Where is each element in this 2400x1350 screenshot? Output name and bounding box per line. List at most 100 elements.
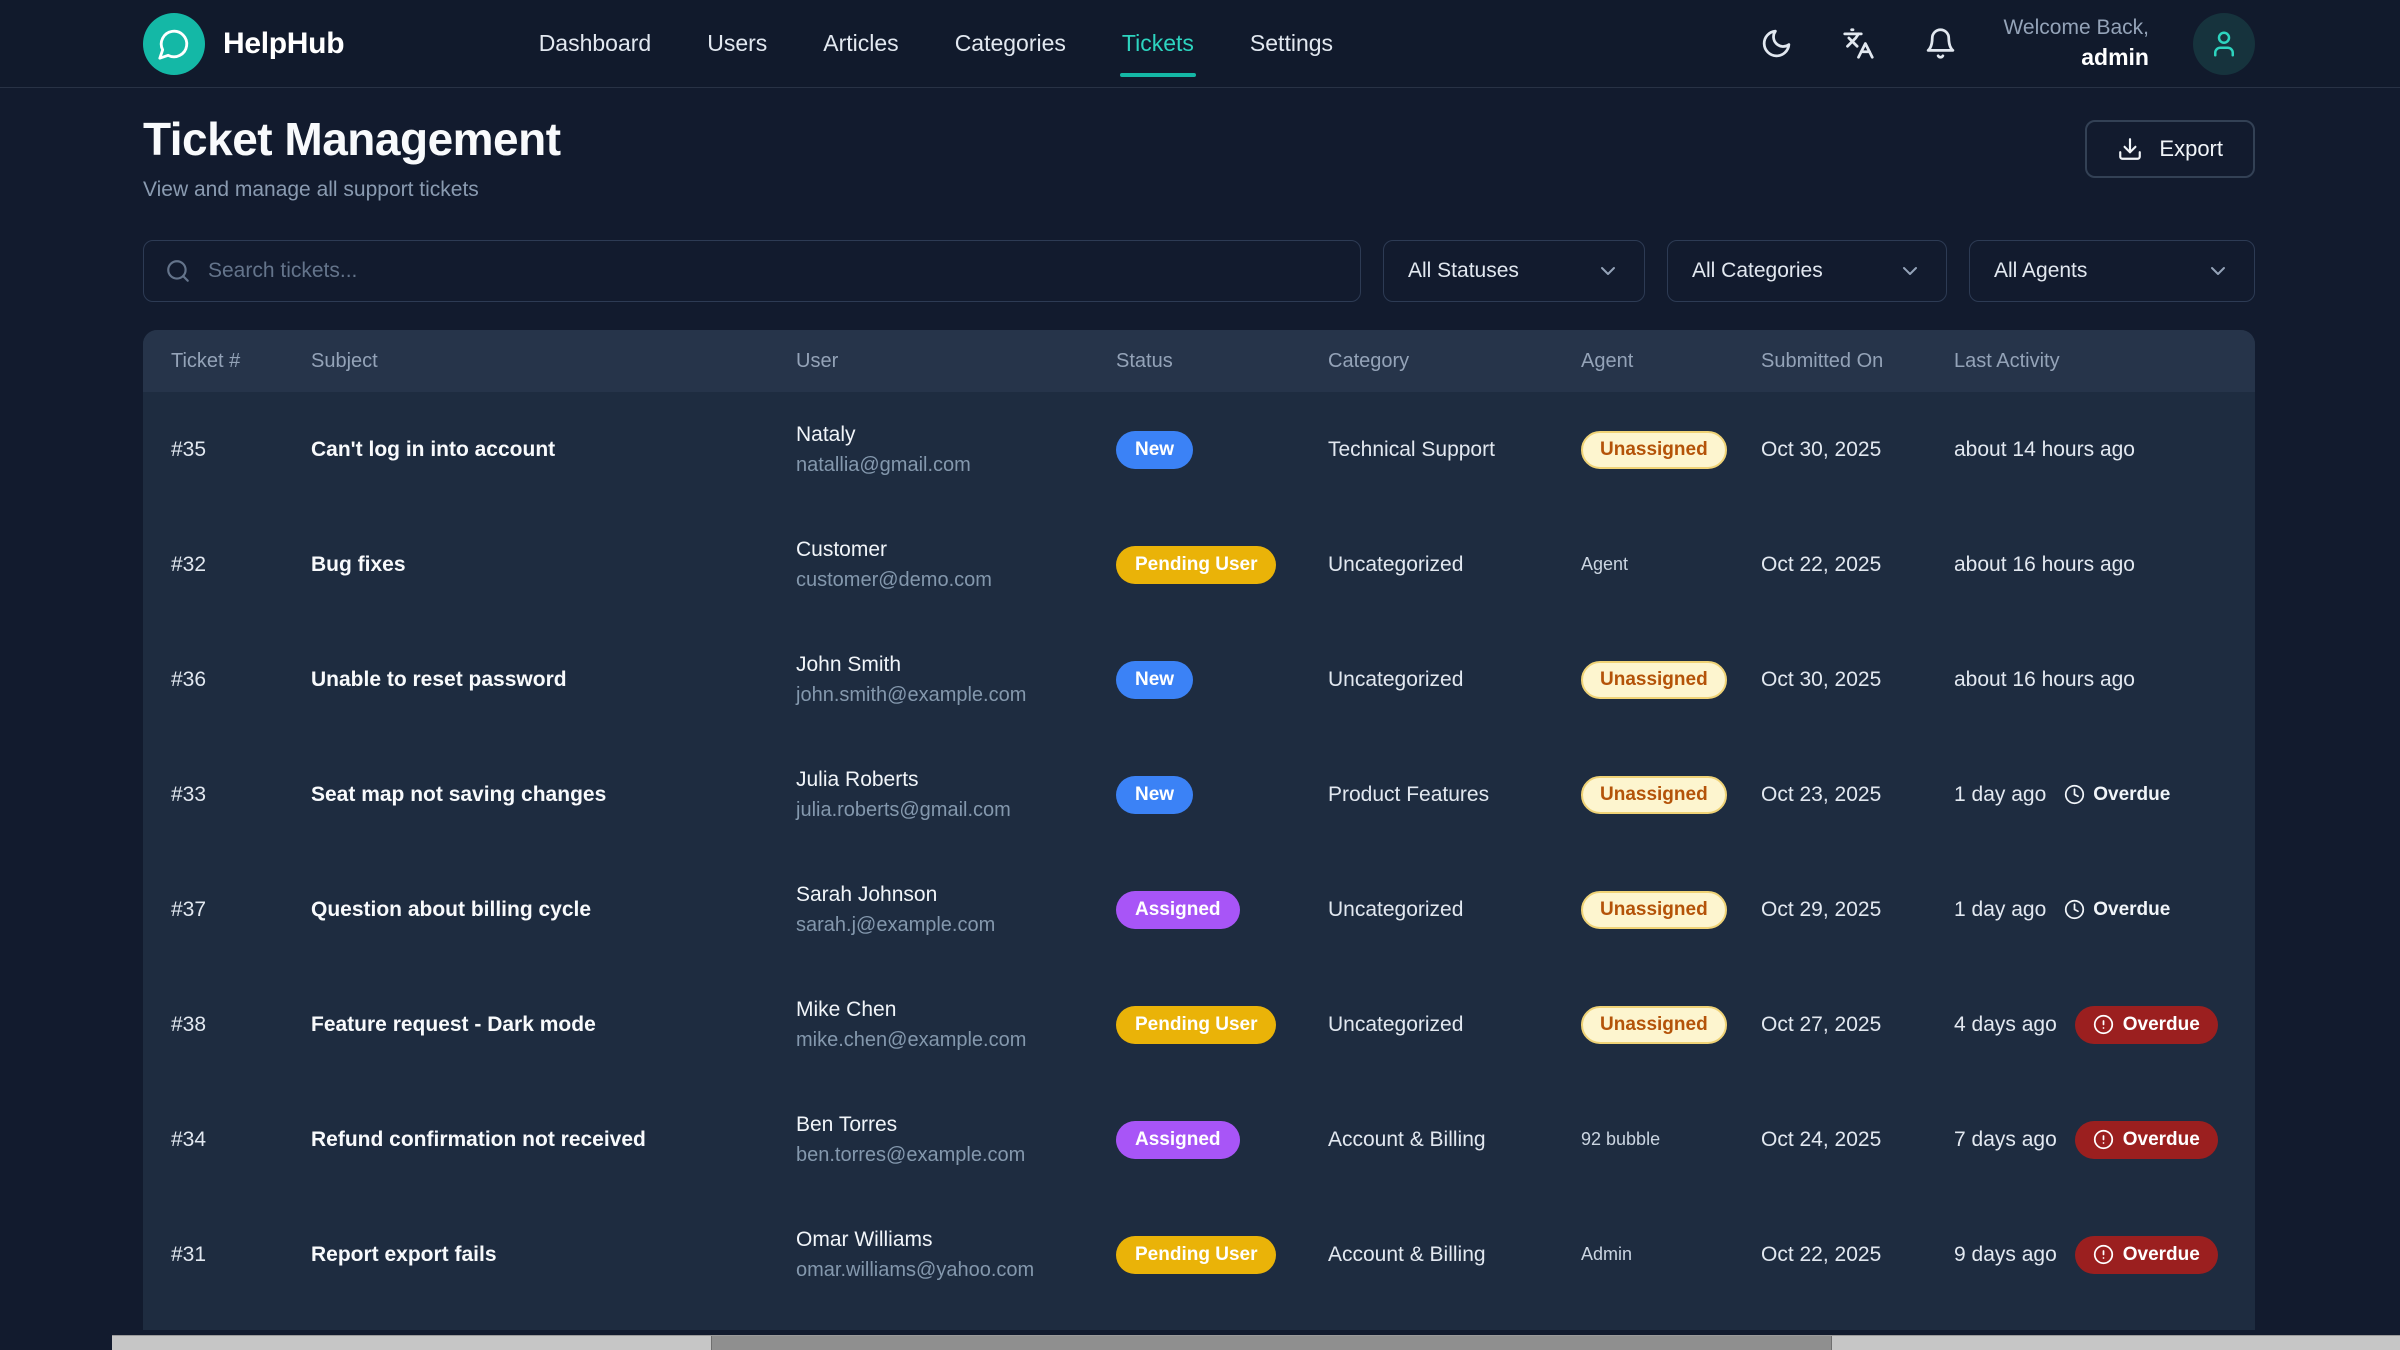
agent-badge: Unassigned bbox=[1581, 431, 1727, 469]
agent-badge: Unassigned bbox=[1581, 1006, 1727, 1044]
ticket-user: Ben Torres ben.torres@example.com bbox=[796, 1113, 1116, 1167]
ticket-last-activity-cell: about 14 hours ago bbox=[1954, 438, 2227, 462]
overdue-badge: Overdue bbox=[2075, 1121, 2218, 1159]
nav-item-articles[interactable]: Articles bbox=[821, 24, 900, 63]
ticket-last-activity-cell: 4 days ago Overdue Overdue bbox=[1954, 1006, 2227, 1044]
last-activity-text: 1 day ago bbox=[1954, 783, 2046, 807]
chat-bubble-icon bbox=[157, 27, 191, 61]
table-row[interactable]: #33 Seat map not saving changes Julia Ro… bbox=[143, 737, 2255, 852]
nav-item-tickets[interactable]: Tickets bbox=[1120, 24, 1196, 63]
table-row[interactable]: #32 Bug fixes Customer customer@demo.com… bbox=[143, 507, 2255, 622]
ticket-id: #38 bbox=[171, 1013, 311, 1037]
column-header-0: Ticket # bbox=[171, 350, 311, 373]
export-label: Export bbox=[2159, 136, 2223, 162]
nav-item-label: Settings bbox=[1250, 30, 1333, 56]
column-header-1: Subject bbox=[311, 350, 796, 373]
table-row[interactable]: #38 Feature request - Dark mode Mike Che… bbox=[143, 967, 2255, 1082]
nav-item-dashboard[interactable]: Dashboard bbox=[537, 24, 654, 63]
table-row[interactable]: #34 Refund confirmation not received Ben… bbox=[143, 1082, 2255, 1197]
agent-badge: 92 bubble bbox=[1581, 1129, 1660, 1149]
ticket-status-cell: New bbox=[1116, 431, 1328, 469]
brand-name: HelpHub bbox=[223, 27, 344, 61]
ticket-subject: Question about billing cycle bbox=[311, 898, 796, 922]
filter-bar: All Statuses All Categories All Agents bbox=[143, 240, 2255, 302]
overdue-indicator: Overdue bbox=[2064, 784, 2170, 806]
search-input[interactable] bbox=[143, 240, 1361, 302]
ticket-status-cell: Assigned bbox=[1116, 891, 1328, 929]
ticket-category: Uncategorized bbox=[1328, 898, 1581, 922]
ticket-last-activity-cell: about 16 hours ago bbox=[1954, 553, 2227, 577]
ticket-id: #34 bbox=[171, 1128, 311, 1152]
ticket-submitted-date: Oct 23, 2025 bbox=[1761, 783, 1954, 807]
nav-item-users[interactable]: Users bbox=[705, 24, 769, 63]
table-header-row: Ticket #SubjectUserStatusCategoryAgentSu… bbox=[143, 330, 2255, 392]
ticket-agent-cell: Unassigned bbox=[1581, 891, 1761, 929]
nav-item-label: Dashboard bbox=[539, 30, 652, 56]
alert-circle-icon bbox=[2093, 1244, 2114, 1265]
ticket-category: Account & Billing bbox=[1328, 1243, 1581, 1267]
status-badge: New bbox=[1116, 776, 1193, 814]
table-row[interactable]: #36 Unable to reset password John Smith … bbox=[143, 622, 2255, 737]
user-email: mike.chen@example.com bbox=[796, 1029, 1116, 1052]
helphub-logo bbox=[143, 13, 205, 75]
horizontal-scrollbar[interactable] bbox=[112, 1335, 2400, 1350]
dark-mode-toggle[interactable] bbox=[1757, 25, 1795, 63]
ticket-user: Nataly natallia@gmail.com bbox=[796, 423, 1116, 477]
ticket-submitted-date: Oct 27, 2025 bbox=[1761, 1013, 1954, 1037]
ticket-status-cell: Pending User bbox=[1116, 1236, 1328, 1274]
status-badge: New bbox=[1116, 661, 1193, 699]
overdue-label: Overdue bbox=[2123, 1244, 2200, 1266]
tickets-table-card: Ticket #SubjectUserStatusCategoryAgentSu… bbox=[143, 330, 2255, 1330]
last-activity-text: 1 day ago bbox=[1954, 898, 2046, 922]
user-name: Omar Williams bbox=[796, 1228, 1116, 1252]
ticket-id: #31 bbox=[171, 1243, 311, 1267]
alert-circle-icon bbox=[2093, 1129, 2114, 1150]
user-email: natallia@gmail.com bbox=[796, 454, 1116, 477]
column-header-7: Last Activity bbox=[1954, 350, 2227, 373]
nav-item-categories[interactable]: Categories bbox=[953, 24, 1068, 63]
table-row[interactable]: #35 Can't log in into account Nataly nat… bbox=[143, 392, 2255, 507]
user-avatar[interactable] bbox=[2193, 13, 2255, 75]
ticket-status-cell: Assigned bbox=[1116, 1121, 1328, 1159]
ticket-status-cell: New bbox=[1116, 776, 1328, 814]
ticket-subject: Seat map not saving changes bbox=[311, 783, 796, 807]
user-name: John Smith bbox=[796, 653, 1116, 677]
agent-filter-dropdown[interactable]: All Agents bbox=[1969, 240, 2255, 302]
nav-item-settings[interactable]: Settings bbox=[1248, 24, 1335, 63]
ticket-id: #35 bbox=[171, 438, 311, 462]
ticket-subject: Can't log in into account bbox=[311, 438, 796, 462]
category-filter-dropdown[interactable]: All Categories bbox=[1667, 240, 1947, 302]
download-icon bbox=[2117, 136, 2143, 162]
ticket-status-cell: Pending User bbox=[1116, 546, 1328, 584]
ticket-last-activity-cell: 7 days ago Overdue Overdue bbox=[1954, 1121, 2227, 1159]
user-name: Customer bbox=[796, 538, 1116, 562]
ticket-user: Omar Williams omar.williams@yahoo.com bbox=[796, 1228, 1116, 1282]
ticket-last-activity-cell: about 16 hours ago bbox=[1954, 668, 2227, 692]
ticket-category: Uncategorized bbox=[1328, 553, 1581, 577]
ticket-subject: Feature request - Dark mode bbox=[311, 1013, 796, 1037]
language-switcher[interactable] bbox=[1839, 25, 1877, 63]
bell-icon bbox=[1924, 27, 1957, 60]
ticket-status-cell: New bbox=[1116, 661, 1328, 699]
main-content: Ticket Management View and manage all su… bbox=[0, 88, 2400, 1330]
notifications-button[interactable] bbox=[1921, 25, 1959, 63]
ticket-agent-cell: Unassigned bbox=[1581, 1006, 1761, 1044]
nav-item-label: Articles bbox=[823, 30, 898, 56]
scrollbar-thumb[interactable] bbox=[711, 1336, 1832, 1350]
last-activity-text: about 16 hours ago bbox=[1954, 553, 2135, 577]
table-row[interactable]: #37 Question about billing cycle Sarah J… bbox=[143, 852, 2255, 967]
overdue-badge: Overdue bbox=[2075, 1006, 2218, 1044]
clock-icon bbox=[2064, 784, 2085, 805]
nav-item-label: Tickets bbox=[1122, 30, 1194, 56]
export-button[interactable]: Export bbox=[2085, 120, 2255, 178]
brand[interactable]: HelpHub bbox=[143, 13, 344, 75]
status-badge: Pending User bbox=[1116, 1006, 1276, 1044]
welcome-greeting: Welcome Back, bbox=[2003, 14, 2149, 42]
agent-filter-value: All Agents bbox=[1994, 259, 2087, 283]
status-filter-dropdown[interactable]: All Statuses bbox=[1383, 240, 1645, 302]
last-activity-text: 7 days ago bbox=[1954, 1128, 2057, 1152]
ticket-subject: Refund confirmation not received bbox=[311, 1128, 796, 1152]
table-row[interactable]: #31 Report export fails Omar Williams om… bbox=[143, 1197, 2255, 1312]
ticket-submitted-date: Oct 30, 2025 bbox=[1761, 438, 1954, 462]
username: admin bbox=[2003, 42, 2149, 73]
